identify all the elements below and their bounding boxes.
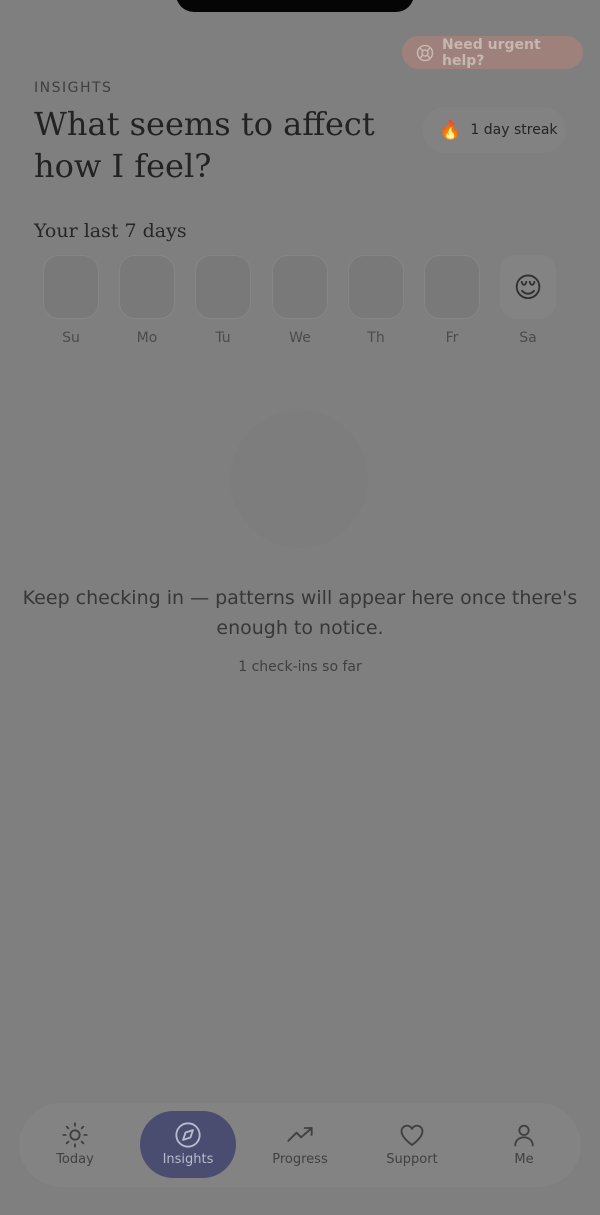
- day-mood-box: [272, 255, 328, 319]
- heart-icon: [398, 1121, 426, 1149]
- relieved-face-icon: 😌: [500, 255, 556, 319]
- tab-me[interactable]: Me: [476, 1111, 572, 1178]
- lifebuoy-icon: [416, 44, 434, 62]
- tab-label: Me: [514, 1152, 534, 1167]
- urgent-help-label: Need urgent help?: [442, 36, 541, 69]
- page-eyebrow: INSIGHTS: [34, 80, 113, 96]
- day-saturday[interactable]: 😌 Sa: [500, 255, 556, 346]
- day-friday[interactable]: Fr: [424, 255, 480, 346]
- insights-screen: Need urgent help? INSIGHTS What seems to…: [0, 0, 600, 1215]
- tab-progress[interactable]: Progress: [252, 1111, 348, 1178]
- tab-support[interactable]: Support: [364, 1111, 460, 1178]
- day-monday[interactable]: Mo: [119, 255, 175, 346]
- empty-state-message: Keep checking in — patterns will appear …: [22, 587, 578, 639]
- day-label: Th: [367, 330, 385, 346]
- week-day-list: Su Mo Tu We Th Fr 😌 Sa: [43, 255, 558, 350]
- day-sunday[interactable]: Su: [43, 255, 99, 346]
- device-notch: [176, 0, 414, 12]
- sun-icon: [61, 1121, 89, 1149]
- day-mood-box: [119, 255, 175, 319]
- tab-label: Progress: [272, 1152, 328, 1167]
- day-label: Mo: [136, 330, 158, 346]
- trending-up-icon: [286, 1121, 314, 1149]
- bottom-tab-bar: Today Insights Progress Support Me: [19, 1103, 581, 1187]
- day-label: Fr: [445, 330, 459, 346]
- tab-label: Support: [386, 1152, 438, 1167]
- streak-label: 1 day streak: [470, 122, 558, 138]
- page-title: What seems to affect how I feel?: [34, 105, 375, 185]
- day-label: Su: [62, 330, 80, 346]
- fire-icon: 🔥: [439, 119, 462, 141]
- day-mood-box: [348, 255, 404, 319]
- day-mood-box: [424, 255, 480, 319]
- day-mood-box: [195, 255, 251, 319]
- day-label: We: [289, 330, 311, 346]
- day-label: Tu: [215, 330, 231, 346]
- streak-badge: 🔥 1 day streak: [422, 107, 566, 153]
- empty-state-illustration: [230, 410, 368, 548]
- week-section-label: Your last 7 days: [34, 220, 187, 242]
- person-icon: [510, 1121, 538, 1149]
- day-label: Sa: [519, 330, 537, 346]
- urgent-help-button[interactable]: Need urgent help?: [402, 36, 583, 69]
- compass-icon: [174, 1121, 202, 1149]
- day-mood-box: [43, 255, 99, 319]
- day-thursday[interactable]: Th: [348, 255, 404, 346]
- tab-label: Insights: [162, 1152, 214, 1167]
- tab-label: Today: [56, 1152, 94, 1167]
- day-tuesday[interactable]: Tu: [195, 255, 251, 346]
- checkin-count: 1 check-ins so far: [238, 659, 362, 675]
- day-wednesday[interactable]: We: [272, 255, 328, 346]
- tab-insights[interactable]: Insights: [140, 1111, 236, 1178]
- tab-today[interactable]: Today: [27, 1111, 123, 1178]
